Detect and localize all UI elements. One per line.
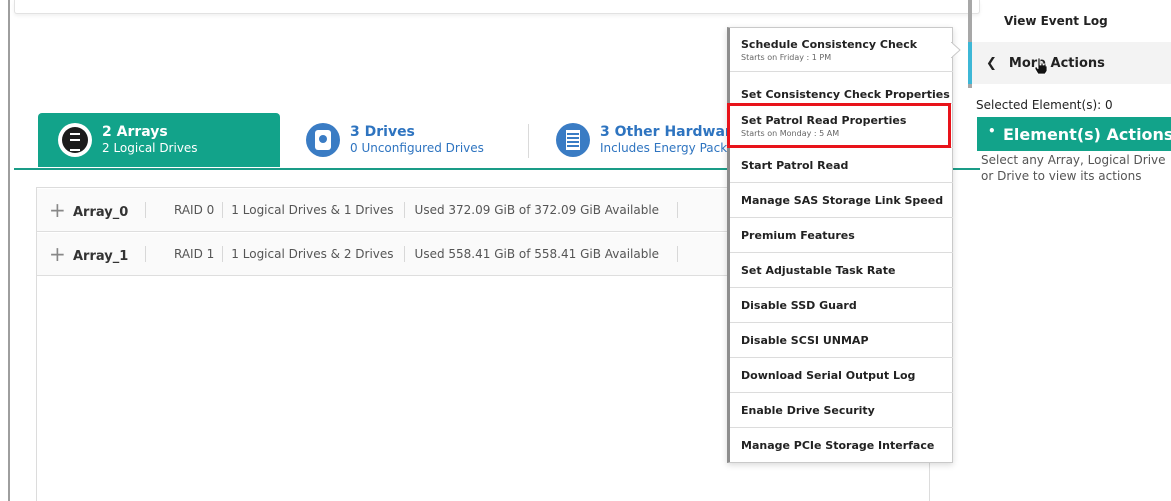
array-drive-count: 1 Logical Drives & 2 Drives bbox=[231, 247, 394, 261]
active-indicator bbox=[968, 42, 972, 84]
tab-other-subtitle: Includes Energy Pack bbox=[600, 141, 728, 155]
arrays-icon bbox=[58, 123, 92, 157]
divider bbox=[222, 202, 224, 218]
left-border bbox=[8, 0, 10, 501]
tab-arrays[interactable]: 2 Arrays 2 Logical Drives bbox=[38, 113, 280, 167]
menu-item-manage-pcie-storage-interface[interactable]: Manage PCIe Storage Interface bbox=[730, 428, 953, 462]
tab-arrays-title: 2 Arrays bbox=[102, 124, 168, 140]
tab-drives[interactable]: 3 Drives 0 Unconfigured Drives bbox=[306, 113, 528, 167]
array-name: Array_1 bbox=[73, 248, 129, 264]
menu-item-label: Set Consistency Check Properties bbox=[741, 88, 950, 101]
tab-drives-title: 3 Drives bbox=[350, 124, 415, 140]
array-capacity: Used 558.41 GiB of 558.41 GiB Available bbox=[414, 247, 660, 261]
array-capacity: Used 372.09 GiB of 372.09 GiB Available bbox=[414, 203, 660, 217]
array-name: Array_0 bbox=[73, 204, 129, 220]
more-actions-button[interactable]: ❮ More Actions bbox=[972, 42, 1171, 84]
dot-icon: • bbox=[988, 124, 996, 138]
menu-item-label: Manage SAS Storage Link Speed bbox=[741, 193, 944, 207]
selected-elements-count: Selected Element(s): 0 bbox=[976, 98, 1113, 112]
divider bbox=[677, 202, 679, 218]
tab-drives-subtitle: 0 Unconfigured Drives bbox=[350, 141, 484, 155]
tab-other-title: 3 Other Hardware bbox=[600, 124, 728, 140]
tab-divider bbox=[528, 124, 529, 158]
hardware-icon bbox=[556, 123, 590, 157]
menu-item-start-patrol-read[interactable]: Start Patrol Read bbox=[730, 148, 953, 183]
menu-item-disable-scsi-unmap[interactable]: Disable SCSI UNMAP bbox=[730, 323, 953, 358]
divider bbox=[403, 246, 405, 262]
menu-item-schedule-consistency-check[interactable]: Schedule Consistency Check Starts on Fri… bbox=[730, 28, 953, 72]
expand-plus-icon[interactable]: + bbox=[49, 200, 67, 220]
menu-item-schedule: Starts on Friday : 1 PM bbox=[741, 52, 832, 62]
menu-item-label: Disable SSD Guard bbox=[741, 298, 857, 312]
divider bbox=[222, 246, 224, 262]
array-raid-level: RAID 0 bbox=[174, 203, 215, 217]
menu-item-label: Manage PCIe Storage Interface bbox=[741, 438, 935, 452]
tab-other-hardware[interactable]: 3 Other Hardware Includes Energy Pack bbox=[556, 113, 728, 167]
menu-item-label: Download Serial Output Log bbox=[741, 368, 916, 382]
top-panel bbox=[14, 0, 980, 14]
drives-icon bbox=[306, 123, 340, 157]
divider bbox=[145, 246, 146, 262]
element-actions-hint: Select any Array, Logical Drive or Drive… bbox=[981, 153, 1166, 183]
view-event-log-link[interactable]: View Event Log bbox=[1004, 14, 1108, 28]
divider bbox=[677, 246, 679, 262]
menu-item-disable-ssd-guard[interactable]: Disable SSD Guard bbox=[730, 288, 953, 323]
menu-pointer-icon bbox=[951, 42, 961, 58]
menu-item-premium-features[interactable]: Premium Features bbox=[730, 218, 953, 253]
divider bbox=[145, 202, 146, 218]
divider bbox=[403, 202, 405, 218]
menu-item-label: Start Patrol Read bbox=[741, 158, 849, 172]
highlight-box bbox=[727, 103, 951, 148]
expand-plus-icon[interactable]: + bbox=[49, 244, 67, 264]
hand-cursor-icon bbox=[1034, 57, 1048, 75]
tab-arrays-subtitle: 2 Logical Drives bbox=[102, 141, 198, 155]
element-actions-title: Element(s) Actions bbox=[1003, 124, 1171, 144]
menu-item-label: Disable SCSI UNMAP bbox=[741, 333, 869, 347]
menu-item-label: Schedule Consistency Check bbox=[741, 37, 918, 51]
menu-item-set-consistency-check-properties[interactable]: Set Consistency Check Properties bbox=[730, 72, 953, 104]
menu-item-set-adjustable-task-rate[interactable]: Set Adjustable Task Rate bbox=[730, 253, 953, 288]
menu-item-label: Premium Features bbox=[741, 228, 855, 242]
menu-item-enable-drive-security[interactable]: Enable Drive Security bbox=[730, 393, 953, 428]
array-raid-level: RAID 1 bbox=[174, 247, 215, 261]
menu-item-label: Set Adjustable Task Rate bbox=[741, 263, 896, 277]
menu-item-label: Enable Drive Security bbox=[741, 403, 875, 417]
menu-item-download-serial-output-log[interactable]: Download Serial Output Log bbox=[730, 358, 953, 393]
array-drive-count: 1 Logical Drives & 1 Drives bbox=[231, 203, 394, 217]
chevron-left-icon: ❮ bbox=[986, 55, 997, 71]
element-actions-header: • Element(s) Actions bbox=[977, 117, 1171, 151]
more-actions-label: More Actions bbox=[1008, 55, 1105, 71]
more-actions-menu: Schedule Consistency Check Starts on Fri… bbox=[727, 27, 953, 463]
menu-item-manage-sas-link-speed[interactable]: Manage SAS Storage Link Speed bbox=[730, 183, 953, 218]
